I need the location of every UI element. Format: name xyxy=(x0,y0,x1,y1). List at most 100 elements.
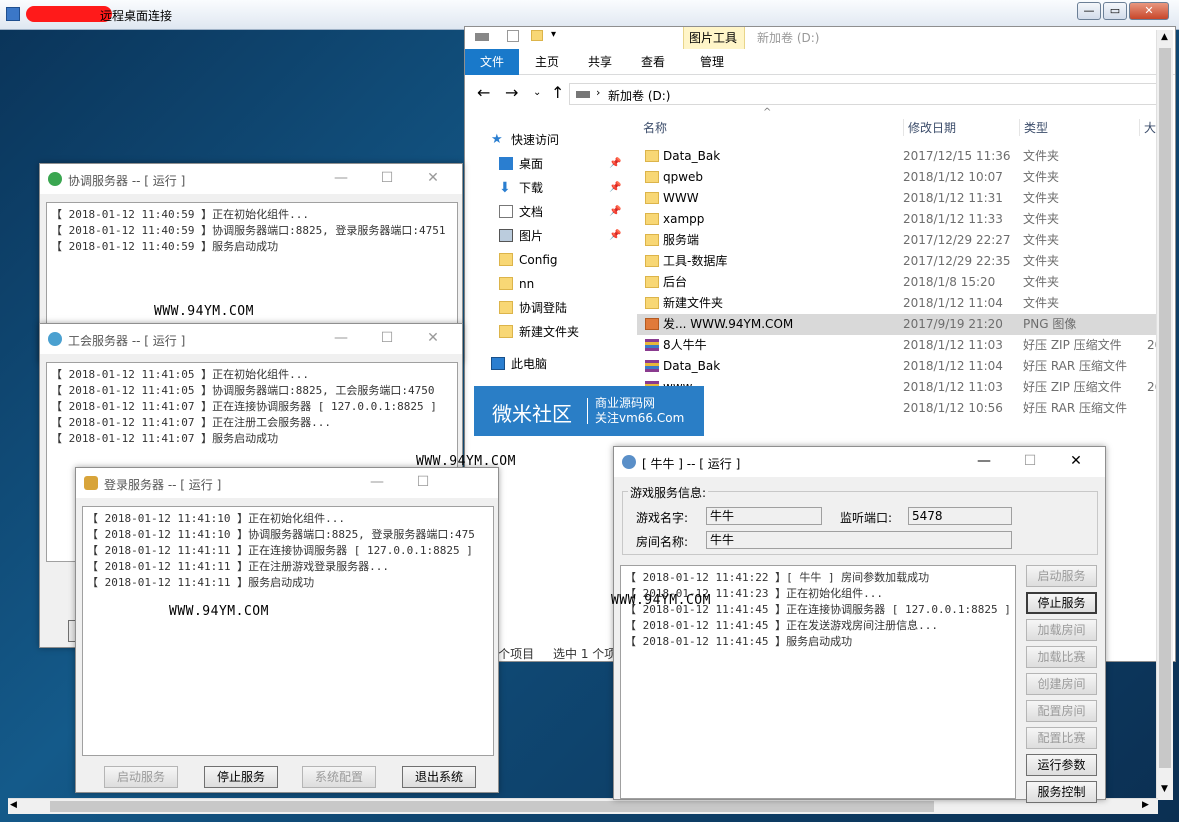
pin-icon[interactable]: 📌 xyxy=(609,177,621,199)
file-row[interactable]: 工具-数据库 2017/12/29 22:35 文件夹 xyxy=(637,251,1157,272)
run-parameters-button[interactable]: 运行参数 xyxy=(1026,754,1097,776)
nav-pictures[interactable]: 图片 📌 xyxy=(465,225,621,247)
stop-service-button[interactable]: 停止服务 xyxy=(204,766,278,788)
maximize-icon[interactable]: ☐ xyxy=(400,472,446,492)
tab-manage[interactable]: 管理 xyxy=(700,53,724,70)
minimize-icon[interactable]: — xyxy=(1077,2,1101,20)
nav-new-folder[interactable]: 新建文件夹 xyxy=(465,321,619,343)
column-date[interactable]: 修改日期 xyxy=(903,119,956,136)
nav-coordinator-login[interactable]: 协调登陆 xyxy=(465,297,619,319)
login-server-window: 登录服务器 -- [ 运行 ] — ☐ 【 2018-01-12 11:41:10… xyxy=(75,467,499,793)
pin-icon[interactable]: 📌 xyxy=(609,153,621,175)
tab-home[interactable]: 主页 xyxy=(535,53,559,70)
file-row[interactable]: 新建文件夹 2018/1/12 11:04 文件夹 xyxy=(637,293,1157,314)
folder-icon xyxy=(499,325,513,338)
drive-icon xyxy=(576,91,590,98)
scroll-up-icon[interactable]: ▲ xyxy=(1161,32,1168,42)
file-row[interactable]: WWW 2018/1/12 11:31 文件夹 xyxy=(637,188,1157,209)
minimize-icon[interactable]: — xyxy=(354,472,400,492)
stop-service-button[interactable]: 停止服务 xyxy=(1026,592,1097,614)
minimize-icon[interactable]: — xyxy=(318,168,364,188)
file-date: 2018/1/8 15:20 xyxy=(903,275,996,289)
folder-icon xyxy=(645,150,659,162)
recent-dropdown-icon[interactable]: ⌄ xyxy=(533,87,541,98)
tab-share[interactable]: 共享 xyxy=(588,53,612,70)
tab-view[interactable]: 查看 xyxy=(641,53,665,70)
window-title: 协调服务器 -- [ 运行 ] xyxy=(68,174,186,188)
pin-icon[interactable]: 📌 xyxy=(609,225,621,247)
scroll-right-icon[interactable]: ▶ xyxy=(1142,800,1149,810)
column-size[interactable]: 大 xyxy=(1139,119,1156,136)
close-icon[interactable]: ✕ xyxy=(1053,451,1099,471)
forward-icon[interactable]: → xyxy=(505,83,518,102)
exit-system-button[interactable]: 退出系统 xyxy=(402,766,476,788)
server-icon xyxy=(84,476,98,490)
start-service-button[interactable]: 启动服务 xyxy=(1026,565,1097,587)
maximize-icon[interactable]: ☐ xyxy=(1007,451,1053,471)
file-row[interactable]: 后台 2018/1/8 15:20 文件夹 xyxy=(637,272,1157,293)
nav-documents[interactable]: 文档 📌 xyxy=(465,201,621,223)
game-name-field[interactable]: 牛牛 xyxy=(706,507,822,525)
nav-desktop[interactable]: 桌面 📌 xyxy=(465,153,621,175)
nav-nn[interactable]: nn xyxy=(465,273,619,295)
nav-this-pc[interactable]: 此电脑 xyxy=(465,353,619,375)
pin-icon[interactable]: 📌 xyxy=(609,201,621,223)
room-name-field[interactable]: 牛牛 xyxy=(706,531,1012,549)
file-row[interactable]: www2018/1/12 11:03好压 ZIP 压缩文件26 xyxy=(637,377,1162,398)
column-type[interactable]: 类型 xyxy=(1019,119,1048,136)
dropdown-icon[interactable]: ▾ xyxy=(551,29,556,40)
banner-divider xyxy=(587,398,588,424)
minimize-icon[interactable]: — xyxy=(961,451,1007,471)
service-control-button[interactable]: 服务控制 xyxy=(1026,781,1097,803)
sort-up-icon: ^ xyxy=(763,107,772,118)
load-room-button[interactable]: 加载房间 xyxy=(1026,619,1097,641)
scroll-left-icon[interactable]: ◀ xyxy=(10,800,17,810)
close-icon[interactable] xyxy=(446,472,492,492)
file-row[interactable]: Data_Bak 2017/12/15 11:36 文件夹 xyxy=(637,146,1157,167)
close-icon[interactable]: ✕ xyxy=(410,328,456,348)
file-row[interactable]: 服务端 2017/12/29 22:27 文件夹 xyxy=(637,230,1157,251)
file-name: 8人牛牛 xyxy=(663,338,707,352)
file-row[interactable]: xampp 2018/1/12 11:33 文件夹 xyxy=(637,209,1157,230)
address-input[interactable]: › 新加卷 (D:) xyxy=(569,83,1169,105)
close-icon[interactable]: ✕ xyxy=(1129,2,1169,20)
file-row[interactable]: 8人牛牛 2018/1/12 11:03 好压 ZIP 压缩文件 20 xyxy=(637,335,1162,356)
banner-line1: 商业源码网 xyxy=(595,396,656,410)
system-config-button[interactable]: 系统配置 xyxy=(302,766,376,788)
file-row[interactable]: 发... WWW.94YM.COM 2017/9/19 21:20 PNG 图像 xyxy=(637,314,1157,335)
nav-config[interactable]: Config xyxy=(465,249,619,271)
load-match-button[interactable]: 加载比赛 xyxy=(1026,646,1097,668)
back-icon[interactable]: ← xyxy=(477,83,490,102)
file-row[interactable]: qpweb 2018/1/12 10:07 文件夹 xyxy=(637,167,1157,188)
picture-tools-label: 图片工具 xyxy=(689,31,738,45)
file-row[interactable]: Data_Bak 2018/1/12 11:04 好压 RAR 压缩文件 xyxy=(637,356,1157,377)
start-service-button[interactable]: 启动服务 xyxy=(104,766,178,788)
window-title: [ 牛牛 ] -- [ 运行 ] xyxy=(642,457,741,471)
file-type: 文件夹 xyxy=(1023,149,1060,163)
restore-icon[interactable]: ▭ xyxy=(1103,2,1127,20)
minimize-icon[interactable]: — xyxy=(318,328,364,348)
maximize-icon[interactable]: ☐ xyxy=(364,328,410,348)
close-icon[interactable]: ✕ xyxy=(410,168,456,188)
scroll-down-icon[interactable]: ▼ xyxy=(1161,784,1168,794)
nav-quick-access[interactable]: ★ 快速访问 xyxy=(465,129,619,151)
maximize-icon[interactable]: ☐ xyxy=(364,168,410,188)
up-icon[interactable]: ↑ xyxy=(551,83,564,102)
column-name[interactable]: 名称 xyxy=(643,119,667,136)
nav-downloads[interactable]: ⬇ 下载 📌 xyxy=(465,177,621,199)
checkbox-icon[interactable] xyxy=(507,30,519,42)
file-date: 2018/1/12 11:03 xyxy=(903,338,1003,352)
selected-count: 选中 1 个项 xyxy=(553,647,617,661)
configure-room-button[interactable]: 配置房间 xyxy=(1026,700,1097,722)
vertical-scrollbar[interactable]: ▲ ▼ xyxy=(1156,30,1173,800)
scroll-thumb-horizontal[interactable] xyxy=(50,801,934,812)
create-room-button[interactable]: 创建房间 xyxy=(1026,673,1097,695)
tab-file[interactable]: 文件 xyxy=(465,49,519,75)
configure-match-button[interactable]: 配置比赛 xyxy=(1026,727,1097,749)
port-field[interactable]: 5478 xyxy=(908,507,1012,525)
horizontal-scrollbar[interactable]: ◀ ▶ xyxy=(8,798,1158,814)
file-row[interactable]: 2018/1/12 10:56 好压 RAR 压缩文件 xyxy=(637,398,1157,419)
file-date: 2017/12/15 11:36 xyxy=(903,149,1011,163)
scroll-thumb[interactable] xyxy=(1159,48,1171,768)
folder-icon xyxy=(499,301,513,314)
